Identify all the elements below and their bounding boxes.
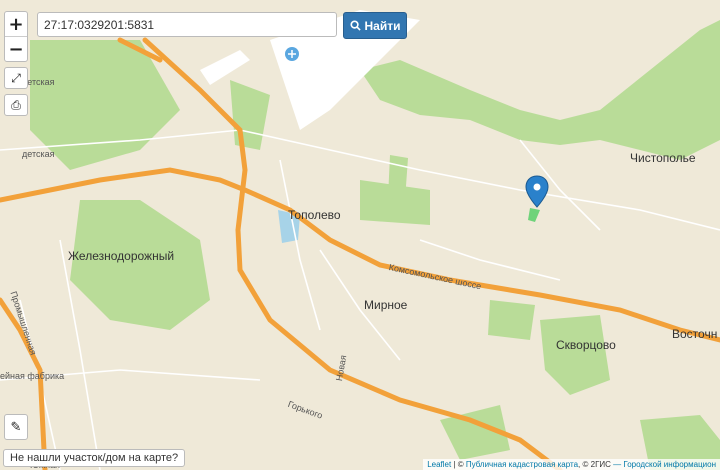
pencil-icon: ✎: [10, 419, 22, 435]
print-button[interactable]: ⎙: [4, 94, 28, 116]
place-skvortsovo: Скворцово: [556, 338, 616, 352]
airport-icon: [285, 47, 299, 61]
draw-button[interactable]: ✎: [4, 414, 28, 440]
zoom-out-button[interactable]: −: [5, 37, 27, 61]
map-attribution: Leaflet | © Публичная кадастровая карта,…: [423, 459, 720, 470]
fullscreen-button[interactable]: ⤢: [4, 67, 28, 89]
expand-icon: ⤢: [11, 70, 21, 85]
search-icon: [349, 20, 361, 31]
search-input[interactable]: [37, 12, 337, 37]
zoom-control: + −: [4, 11, 28, 62]
kadastr-link[interactable]: Публичная кадастровая карта: [466, 460, 578, 469]
not-found-link[interactable]: Не нашли участок/дом на карте?: [3, 449, 186, 467]
place-topolevo: Тополево: [288, 208, 341, 222]
search-button-label: Найти: [364, 18, 401, 33]
search-button[interactable]: Найти: [343, 12, 407, 39]
place-chistopolye: Чистополье: [630, 151, 696, 165]
zoom-in-button[interactable]: +: [5, 12, 27, 37]
leaflet-link[interactable]: Leaflet: [427, 460, 451, 469]
place-zheleznodorozhny: Железнодорожный: [68, 249, 175, 263]
printer-icon: ⎙: [11, 97, 21, 112]
twogis-credit: © 2ГИС: [582, 460, 611, 469]
place-vostochny: Восточн: [672, 327, 718, 341]
street-detskaya-2: детская: [22, 149, 55, 159]
place-mirnoe: Мирное: [364, 298, 408, 312]
gorod-link[interactable]: — Городской информацион: [613, 460, 716, 469]
place-mebelnaya: ейная фабрика: [0, 371, 65, 381]
map-canvas[interactable]: [0, 0, 720, 470]
